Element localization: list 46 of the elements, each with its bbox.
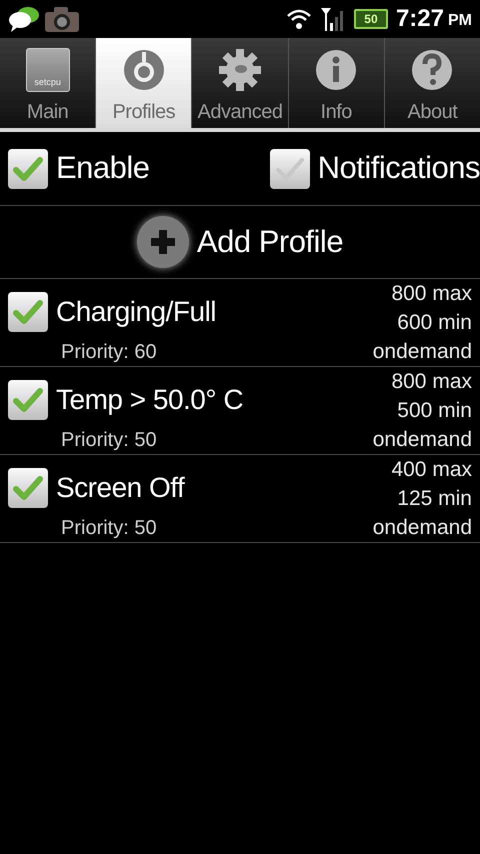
option-label: Enable xyxy=(56,149,150,188)
info-icon xyxy=(314,48,358,92)
min-frequency: 125 min xyxy=(397,486,472,512)
profile-name: Charging/Full xyxy=(56,295,216,329)
min-frequency: 600 min xyxy=(397,310,472,336)
gear-icon xyxy=(217,48,263,92)
checkbox[interactable] xyxy=(8,292,48,332)
add-button[interactable] xyxy=(136,216,189,268)
clock-time: 7:27 xyxy=(396,4,444,34)
tab[interactable]: setcpu Main xyxy=(0,38,96,128)
profile-priority: Priority: 50 xyxy=(61,428,157,453)
checkbox[interactable] xyxy=(8,468,48,508)
check-icon xyxy=(13,156,43,182)
tab[interactable]: Info xyxy=(288,38,384,128)
option-label: Notifications xyxy=(318,149,480,188)
profile-name: Temp > 50.0° C xyxy=(56,383,244,417)
max-frequency: 400 max xyxy=(391,457,472,483)
logo-text: setcpu xyxy=(34,76,61,88)
min-frequency: 500 min xyxy=(397,398,472,424)
checkbox[interactable] xyxy=(270,148,310,188)
signal-icon xyxy=(320,7,346,31)
tab[interactable]: Profiles xyxy=(95,38,192,128)
max-frequency: 800 max xyxy=(391,281,472,307)
chat-icon xyxy=(8,5,40,33)
profile-priority: Priority: 50 xyxy=(61,516,157,541)
max-frequency: 800 max xyxy=(391,369,472,395)
governor-name: ondemand xyxy=(372,515,472,541)
help-icon xyxy=(410,48,454,92)
wifi-icon xyxy=(286,8,312,30)
check-icon xyxy=(13,387,43,413)
plus-icon xyxy=(148,228,177,256)
profile-name: Screen Off xyxy=(56,471,184,505)
camera-icon xyxy=(44,5,80,33)
governor-name: ondemand xyxy=(372,427,472,453)
tab[interactable]: About xyxy=(384,38,480,128)
clock-meridiem: PM xyxy=(448,11,472,31)
checkbox[interactable] xyxy=(8,380,48,420)
governor-name: ondemand xyxy=(372,339,472,365)
dial-icon xyxy=(122,48,166,92)
add-profile-label[interactable]: Add Profile xyxy=(196,218,344,266)
checkbox[interactable] xyxy=(8,148,48,188)
check-icon xyxy=(13,475,43,501)
profile-priority: Priority: 60 xyxy=(61,340,157,365)
tab[interactable]: Advanced xyxy=(191,38,288,128)
battery-indicator: 50 xyxy=(354,9,388,29)
check-icon xyxy=(13,299,43,325)
